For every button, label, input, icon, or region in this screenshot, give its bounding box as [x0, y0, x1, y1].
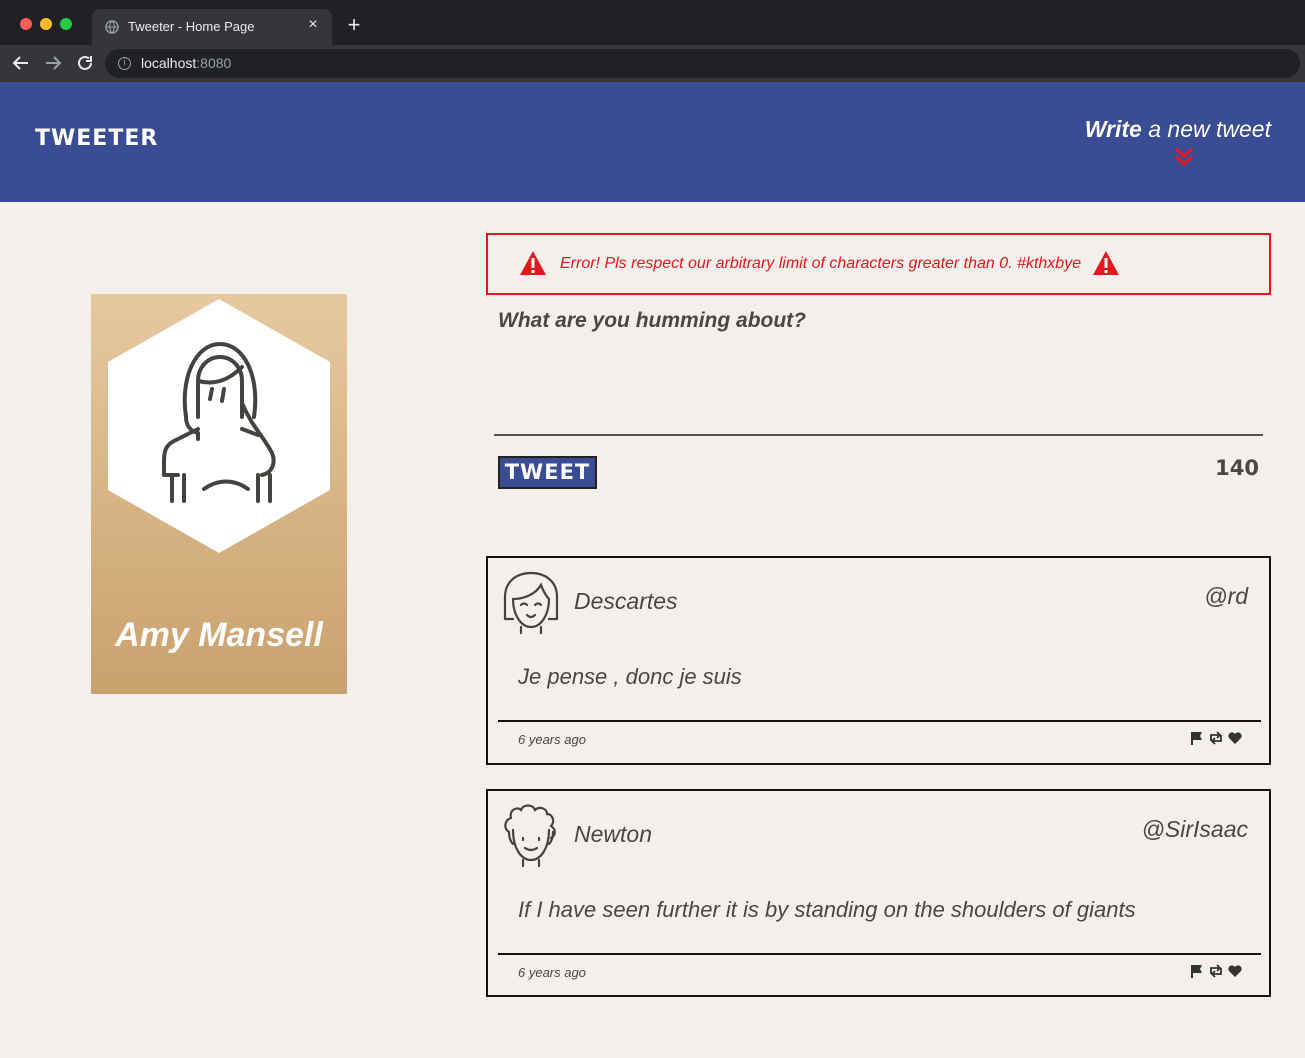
- tweet-card: Descartes @rd Je pense , donc je suis 6 …: [486, 556, 1271, 765]
- curly-hair-face-icon: [504, 804, 556, 868]
- user-avatar-icon: [108, 299, 330, 553]
- double-chevron-down-icon[interactable]: [1173, 146, 1195, 168]
- tweet-body: Je pense , donc je suis: [518, 664, 742, 689]
- flag-icon[interactable]: [1189, 963, 1205, 979]
- new-tab-button[interactable]: +: [344, 13, 364, 37]
- tweet-actions: [1189, 963, 1243, 979]
- back-arrow-icon[interactable]: [9, 51, 33, 75]
- retweet-icon[interactable]: [1208, 730, 1224, 746]
- flag-icon[interactable]: [1189, 730, 1205, 746]
- brand-logo: TWEETER: [35, 126, 159, 151]
- tweet-author-name: Descartes: [574, 588, 678, 614]
- heart-icon[interactable]: [1227, 963, 1243, 979]
- heart-icon[interactable]: [1227, 730, 1243, 746]
- tweet-divider: [498, 720, 1261, 722]
- character-counter: 140: [1215, 456, 1259, 480]
- close-tab-icon[interactable]: ×: [304, 16, 322, 34]
- warning-icon: [520, 251, 546, 275]
- url-text: localhost:8080: [141, 55, 231, 71]
- tweet-actions: [1189, 730, 1243, 746]
- tweet-divider: [498, 953, 1261, 955]
- tweet-author-handle[interactable]: @SirIsaac: [1142, 816, 1248, 843]
- warning-icon: [1093, 251, 1119, 275]
- maximize-window-button[interactable]: [60, 18, 72, 30]
- app-header: TWEETER Write a new tweet: [0, 82, 1305, 202]
- tweet-timestamp: 6 years ago: [518, 732, 586, 747]
- tweet-text-input[interactable]: What are you humming about?: [498, 309, 1258, 333]
- compose-toggle-rest: a new tweet: [1141, 116, 1271, 142]
- close-window-button[interactable]: [20, 18, 32, 30]
- forward-arrow-icon[interactable]: [41, 51, 65, 75]
- browser-tab[interactable]: Tweeter - Home Page ×: [92, 9, 332, 45]
- write-new-tweet-toggle[interactable]: Write a new tweet: [1085, 116, 1271, 143]
- url-port: :8080: [196, 55, 232, 71]
- retweet-icon[interactable]: [1208, 963, 1224, 979]
- tweet-author-name: Newton: [574, 821, 652, 847]
- browser-chrome: Tweeter - Home Page × + i localhost:8080: [0, 0, 1305, 82]
- tweet-timestamp: 6 years ago: [518, 965, 586, 980]
- profile-card: Amy Mansell: [91, 294, 347, 694]
- tweet-submit-button[interactable]: TWEET: [498, 456, 597, 489]
- tab-title: Tweeter - Home Page: [128, 19, 255, 34]
- tweet-card: Newton @SirIsaac If I have seen further …: [486, 789, 1271, 997]
- browser-toolbar: i localhost:8080: [0, 45, 1305, 82]
- profile-name: Amy Mansell: [115, 616, 323, 654]
- address-bar[interactable]: i localhost:8080: [105, 49, 1300, 78]
- site-info-icon[interactable]: i: [118, 57, 131, 70]
- tab-strip: Tweeter - Home Page × +: [0, 0, 1305, 45]
- reload-icon[interactable]: [73, 51, 97, 75]
- compose-toggle-bold: Write: [1084, 116, 1142, 142]
- globe-icon: [105, 20, 119, 34]
- tweet-author-handle[interactable]: @rd: [1204, 583, 1248, 610]
- error-banner: Error! Pls respect our arbitrary limit o…: [486, 233, 1271, 295]
- tweet-body: If I have seen further it is by standing…: [518, 897, 1136, 922]
- error-message: Error! Pls respect our arbitrary limit o…: [560, 255, 1082, 272]
- girl-face-icon: [503, 571, 559, 635]
- compose-underline: [494, 434, 1263, 436]
- url-host: localhost: [141, 55, 197, 71]
- minimize-window-button[interactable]: [40, 18, 52, 30]
